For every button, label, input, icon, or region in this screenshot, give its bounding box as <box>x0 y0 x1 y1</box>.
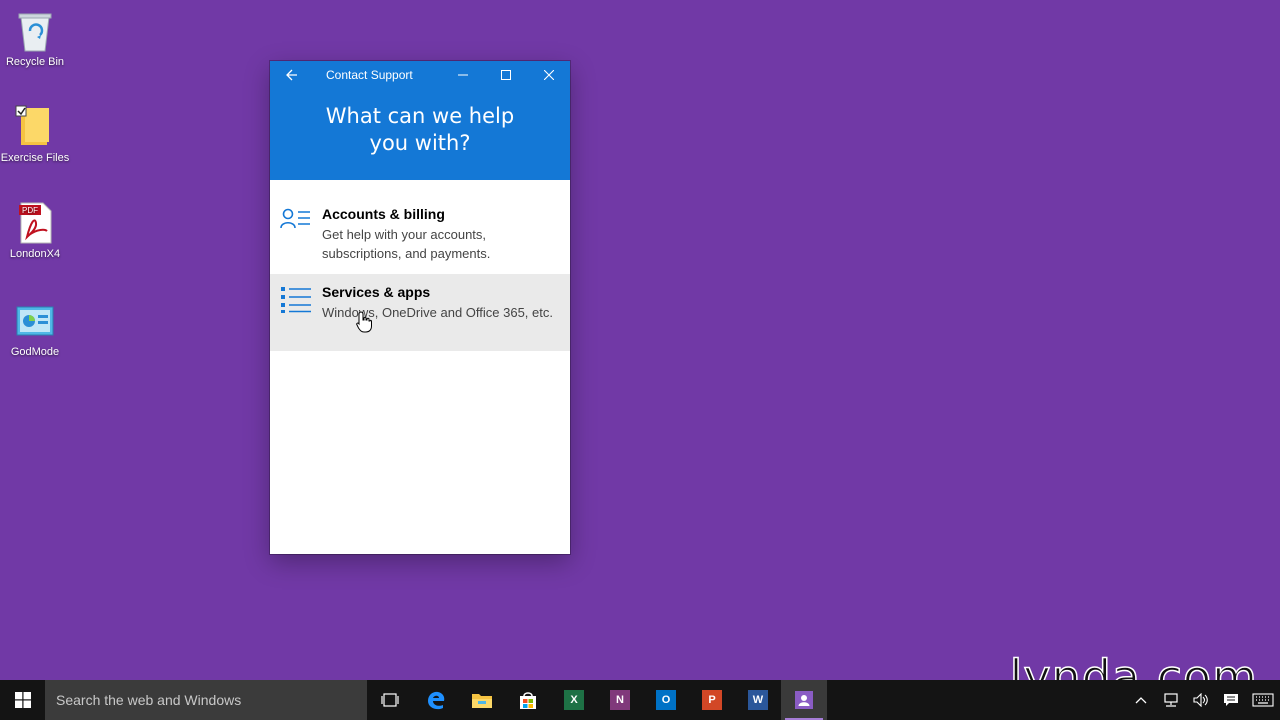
maximize-icon <box>500 70 511 80</box>
desktop-icon-godmode[interactable]: GodMode <box>0 298 70 358</box>
back-arrow-icon <box>286 69 297 81</box>
excel-button[interactable]: X <box>551 680 597 720</box>
option-title: Accounts & billing <box>322 206 445 222</box>
option-services-apps[interactable]: Services & apps Windows, OneDrive and Of… <box>270 274 570 351</box>
edge-button[interactable] <box>413 680 459 720</box>
volume-button[interactable] <box>1186 680 1216 720</box>
network-button[interactable] <box>1156 680 1186 720</box>
option-accounts-billing[interactable]: Accounts & billing Get help with your ac… <box>270 196 570 274</box>
recycle-bin-icon <box>13 8 57 54</box>
minimize-button[interactable] <box>441 61 484 89</box>
word-icon: W <box>748 690 768 710</box>
task-view-icon <box>381 693 399 707</box>
show-hidden-icons-button[interactable] <box>1126 680 1156 720</box>
contact-support-icon <box>795 691 813 709</box>
desktop-icon-exercise-files[interactable]: Exercise Files <box>0 104 70 164</box>
powerpoint-button[interactable]: P <box>689 680 735 720</box>
maximize-button[interactable] <box>484 61 527 89</box>
powerpoint-icon: P <box>702 690 722 710</box>
chevron-up-icon <box>1135 697 1147 704</box>
outlook-icon: O <box>656 690 676 710</box>
hand-pointer-cursor <box>356 311 372 338</box>
search-box[interactable]: Search the web and Windows <box>45 680 367 720</box>
window-header: Contact Support What can we help you wit… <box>270 61 570 180</box>
file-explorer-icon <box>472 694 492 708</box>
notification-icon <box>1224 694 1238 706</box>
desktop-icon-label: Recycle Bin <box>5 56 65 68</box>
option-title: Services & apps <box>322 284 431 300</box>
title-bar: Contact Support <box>270 61 570 89</box>
bulleted-list-icon <box>280 274 322 351</box>
excel-icon: X <box>564 690 584 710</box>
desktop-icon-recycle-bin[interactable]: Recycle Bin <box>0 8 70 68</box>
onenote-icon: N <box>610 690 630 710</box>
action-center-button[interactable] <box>1216 680 1246 720</box>
speaker-icon <box>1193 693 1208 707</box>
task-view-button[interactable] <box>367 680 413 720</box>
page-headline: What can we help you with? <box>325 104 515 155</box>
windows-logo-icon <box>14 692 31 708</box>
store-button[interactable] <box>505 680 551 720</box>
taskbar: Search the web and Windows X N O P W <box>0 680 1280 720</box>
contact-support-window: Contact Support What can we help you wit… <box>270 61 570 554</box>
desktop-icon-londonx4[interactable]: PDF LondonX4 <box>0 200 70 260</box>
close-icon <box>543 70 554 80</box>
desktop-icon-label: LondonX4 <box>9 248 61 260</box>
touch-keyboard-button[interactable] <box>1246 680 1280 720</box>
file-explorer-button[interactable] <box>459 680 505 720</box>
store-icon <box>520 692 536 709</box>
desktop-icon-label: GodMode <box>10 346 60 358</box>
network-icon <box>1164 693 1178 707</box>
window-title: Contact Support <box>326 68 413 82</box>
contact-support-taskbar-button[interactable] <box>781 680 827 720</box>
pdf-file-icon: PDF <box>13 200 57 246</box>
minimize-icon <box>457 74 468 76</box>
back-button[interactable] <box>270 61 314 89</box>
option-description: Get help with your accounts, subscriptio… <box>322 227 491 261</box>
start-button[interactable] <box>0 680 45 720</box>
pdf-badge: PDF <box>22 206 38 215</box>
edge-icon <box>428 691 445 710</box>
desktop-icon-label: Exercise Files <box>0 152 70 164</box>
word-button[interactable]: W <box>735 680 781 720</box>
control-panel-icon <box>13 298 57 344</box>
close-button[interactable] <box>527 61 570 89</box>
outlook-button[interactable]: O <box>643 680 689 720</box>
onenote-button[interactable]: N <box>597 680 643 720</box>
keyboard-icon <box>1252 693 1274 707</box>
folder-icon <box>13 104 57 150</box>
system-tray <box>1126 680 1280 720</box>
person-list-icon <box>280 196 322 274</box>
